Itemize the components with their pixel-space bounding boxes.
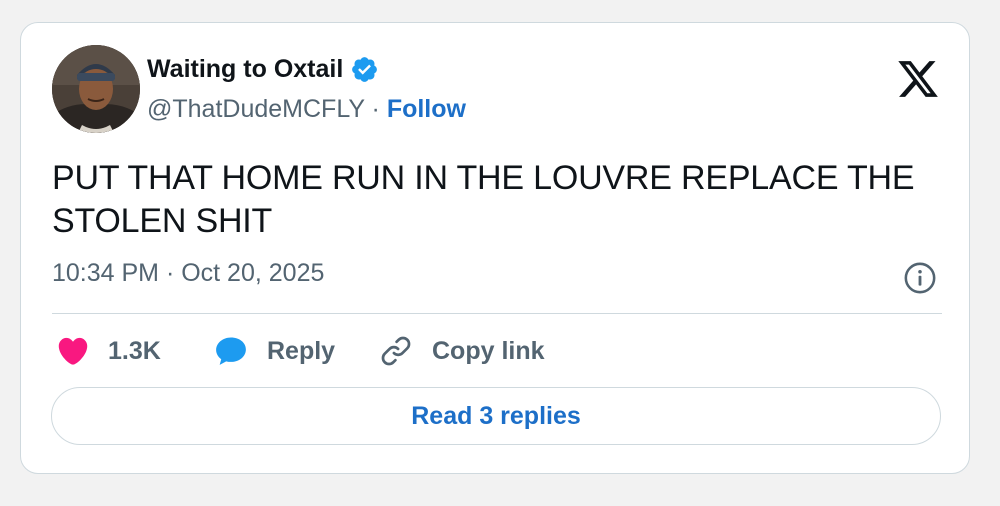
copy-link-button[interactable]: Copy link [378, 331, 545, 371]
read-replies-label: Read 3 replies [411, 401, 581, 430]
author-name-text: Waiting to Oxtail [147, 55, 344, 83]
speech-bubble-icon [216, 337, 246, 365]
tweet-text: PUT THAT HOME RUN IN THE LOUVRE REPLACE … [52, 159, 915, 240]
handle-separator: · [364, 95, 387, 123]
link-icon [381, 336, 411, 366]
x-logo-icon[interactable] [896, 57, 940, 101]
tweet-embed-card: Waiting to Oxtail @ThatDudeMCFLY · Follo… [20, 22, 970, 474]
avatar-photo [52, 45, 140, 133]
info-icon[interactable] [903, 261, 937, 295]
read-replies-button[interactable]: Read 3 replies [51, 387, 941, 445]
follow-link[interactable]: Follow [387, 95, 466, 123]
tweet-timestamp[interactable]: 10:34 PM · Oct 20, 2025 [52, 259, 324, 288]
author-display-name[interactable]: Waiting to Oxtail [147, 55, 379, 84]
like-button[interactable]: 1.3K [56, 331, 161, 371]
reply-button[interactable]: Reply [213, 331, 335, 371]
reply-label: Reply [267, 336, 336, 365]
author-handle[interactable]: @ThatDudeMCFLY [147, 95, 365, 123]
author-handle-row: @ThatDudeMCFLY · Follow [147, 95, 466, 124]
divider [52, 313, 942, 314]
heart-icon [58, 337, 88, 365]
verified-badge-icon [352, 57, 378, 82]
like-count: 1.3K [108, 336, 161, 365]
copy-link-label: Copy link [432, 336, 545, 365]
avatar[interactable] [52, 45, 140, 133]
